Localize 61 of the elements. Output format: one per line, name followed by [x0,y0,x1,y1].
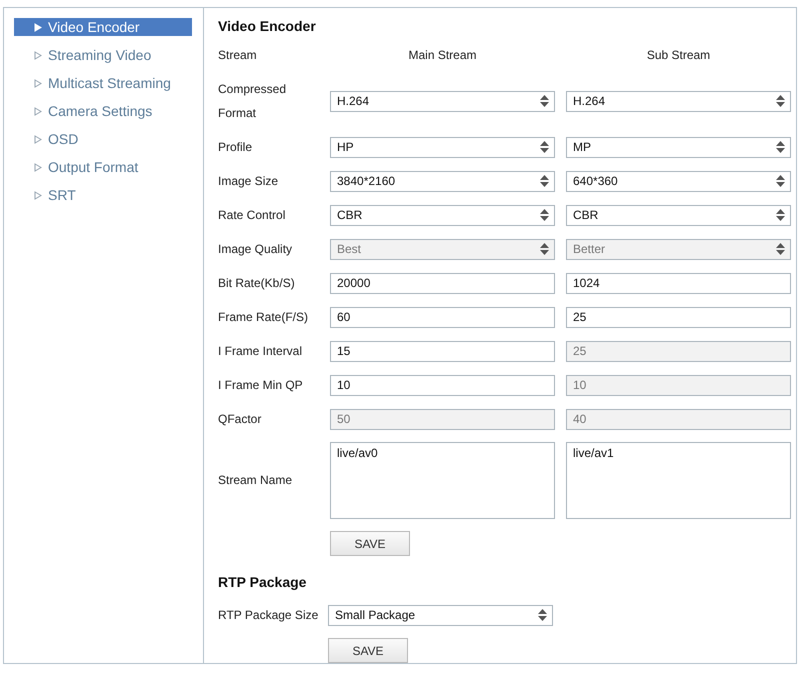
sidebar-item[interactable]: Streaming Video [14,46,192,64]
up-down-arrows-icon [776,209,785,221]
triangle-icon [34,50,42,60]
dropdown[interactable]: H.264 [566,90,791,112]
up-down-arrows-icon [776,243,785,255]
sidebar-item[interactable]: Video Encoder [14,18,192,36]
text-area[interactable]: live/av0 [330,442,555,519]
up-down-arrows-icon [540,243,549,255]
field-label: RTP Package Size [218,607,320,624]
field-label: Image Size [218,173,280,190]
up-down-arrows-icon [776,175,785,187]
section-title: RTP Package [218,573,308,592]
triangle-icon [34,106,42,116]
field-label: Image Quality [218,241,294,258]
column-header: Stream [218,47,258,64]
up-down-arrows-icon [540,141,549,153]
column-header: Sub Stream [646,48,712,62]
dropdown[interactable]: MP [566,136,791,158]
dropdown[interactable]: Small Package [328,604,553,626]
sidebar-item[interactable]: OSD [14,130,192,148]
input-field[interactable]: 15 [330,340,555,362]
dropdown[interactable]: CBR [566,204,791,226]
up-down-arrows-icon [540,209,549,221]
triangle-icon [34,22,42,32]
column-header: Main Stream [407,48,478,62]
input-field[interactable]: 1024 [566,272,791,294]
save-button[interactable]: SAVE [328,638,408,663]
dropdown[interactable]: 640*360 [566,170,791,192]
up-down-arrows-icon [776,141,785,153]
triangle-icon [34,162,42,172]
dropdown[interactable]: HP [330,136,555,158]
up-down-arrows-icon [538,609,547,621]
text-area[interactable]: live/av1 [566,442,791,519]
field-label: Compressed Format [218,81,288,122]
sidebar-item[interactable]: Camera Settings [14,102,192,120]
triangle-icon [34,134,42,144]
field-label: QFactor [218,411,262,428]
sidebar-item[interactable]: Output Format [14,158,192,176]
dropdown[interactable]: 3840*2160 [330,170,555,192]
triangle-icon [34,190,42,200]
field-label: Bit Rate(Kb/S) [218,275,296,292]
section-title: Video Encoder [218,17,317,36]
field-label: Frame Rate(F/S) [218,309,310,326]
dropdown[interactable]: H.264 [330,90,555,112]
up-down-arrows-icon [540,175,549,187]
field-label: Rate Control [218,207,286,224]
triangle-icon [34,78,42,88]
field-label: I Frame Min QP [218,377,304,394]
input-field[interactable]: 20000 [330,272,555,294]
up-down-arrows-icon [540,95,549,107]
up-down-arrows-icon [776,95,785,107]
field-label: I Frame Interval [218,343,304,360]
input-field[interactable]: 25 [566,306,791,328]
input-field[interactable]: 10 [330,374,555,396]
input-field[interactable]: 60 [330,306,555,328]
sidebar-item[interactable]: SRT [14,186,192,204]
field-label: Profile [218,139,254,156]
field-label: Stream Name [218,472,294,489]
save-button[interactable]: SAVE [330,531,410,556]
dropdown[interactable]: CBR [330,204,555,226]
sidebar-item[interactable]: Multicast Streaming [14,74,192,92]
